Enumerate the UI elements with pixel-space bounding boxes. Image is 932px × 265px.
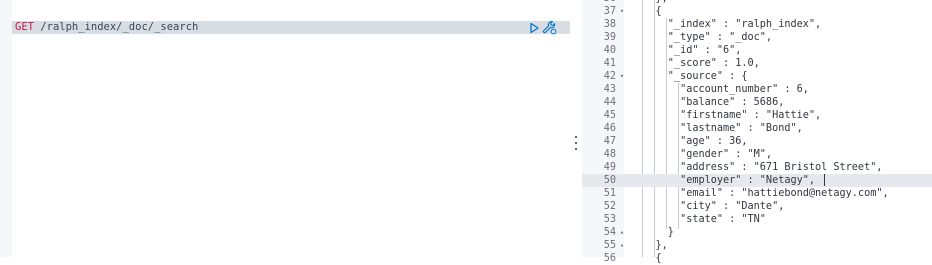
response-line[interactable]: 39 "_type" : "_doc", (582, 31, 932, 44)
line-number: 48 (603, 149, 616, 160)
response-line[interactable]: 37 ▾ { (582, 5, 932, 18)
code-text: "state" : "TN" (631, 214, 766, 225)
fold-toggle-icon[interactable]: ▴ (618, 226, 626, 239)
code-text: { (631, 253, 662, 264)
response-line[interactable]: 43 "account_number" : 6, (582, 83, 932, 96)
request-text[interactable]: GET /ralph_index/_doc/_search (15, 21, 198, 34)
line-number: 37 (603, 6, 616, 17)
request-path: /ralph_index/_doc/_search (40, 21, 199, 33)
line-number: 50 (603, 175, 616, 186)
code-text: "account_number" : 6, (631, 84, 809, 95)
response-line[interactable]: 51 "email" : "hattiebond@netagy.com", (582, 187, 932, 200)
code-text: "employer" : "Netagy", (631, 175, 816, 186)
response-line[interactable]: 54 ▴ } (582, 226, 932, 239)
response-line[interactable]: 46 "lastname" : "Bond", (582, 122, 932, 135)
line-number: 45 (603, 110, 616, 121)
fold-toggle-icon[interactable]: ▾ (618, 70, 626, 83)
line-number: 54 (603, 227, 616, 238)
line-number: 56 (603, 253, 616, 264)
response-line[interactable]: 45 "firstname" : "Hattie", (582, 109, 932, 122)
line-number: 41 (603, 58, 616, 69)
line-number: 39 (603, 32, 616, 43)
line-number: 52 (603, 201, 616, 212)
code-text: } (631, 227, 674, 238)
play-icon[interactable] (528, 22, 540, 34)
fold-toggle-icon[interactable]: ▾ (618, 5, 626, 18)
code-text: "city" : "Dante", (631, 201, 785, 212)
response-line[interactable]: 55 ▴ }, (582, 239, 932, 252)
code-text: { (631, 6, 662, 17)
vertical-dots-handle-icon[interactable] (572, 136, 580, 150)
response-line[interactable]: 56 { (582, 252, 932, 265)
line-number: 55 (603, 240, 616, 251)
code-text: "_source" : { (631, 71, 748, 82)
code-text: "_score" : 1.0, (631, 58, 760, 69)
response-line[interactable]: 40 "_id" : "6", (582, 44, 932, 57)
code-text: "age" : 36, (631, 136, 748, 147)
response-line[interactable]: 53 "state" : "TN" (582, 213, 932, 226)
line-number: 44 (603, 97, 616, 108)
line-number: 43 (603, 84, 616, 95)
response-line[interactable]: 47 "age" : 36, (582, 135, 932, 148)
line-number: 51 (603, 188, 616, 199)
code-text: "firstname" : "Hattie", (631, 110, 822, 121)
response-line[interactable]: 42 ▾ "_source" : { (582, 70, 932, 83)
response-editor[interactable]: 36 },37▾ {38 "_index" : "ralph_index",39… (582, 0, 932, 265)
line-number: 38 (603, 19, 616, 30)
fold-toggle-icon[interactable]: ▴ (618, 239, 626, 252)
wrench-icon[interactable] (542, 20, 557, 35)
response-line[interactable]: 50 "employer" : "Netagy", (582, 174, 932, 187)
response-line[interactable]: 41 "_score" : 1.0, (582, 57, 932, 70)
code-text: }, (631, 240, 668, 251)
line-number: 47 (603, 136, 616, 147)
code-text: "lastname" : "Bond", (631, 123, 803, 134)
code-text: "email" : "hattiebond@netagy.com", (631, 188, 889, 199)
line-number: 40 (603, 45, 616, 56)
code-text: "_id" : "6", (631, 45, 742, 56)
line-number: 53 (603, 214, 616, 225)
code-text: "_index" : "ralph_index", (631, 19, 822, 30)
line-number: 42 (603, 71, 616, 82)
response-line[interactable]: 38 "_index" : "ralph_index", (582, 18, 932, 31)
request-method: GET (15, 21, 34, 33)
request-editor-gutter (0, 0, 12, 257)
code-text: "_type" : "_doc", (631, 32, 773, 43)
response-line[interactable]: 49 "address" : "671 Bristol Street", (582, 161, 932, 174)
text-cursor (824, 174, 825, 186)
line-number: 46 (603, 123, 616, 134)
response-line[interactable]: 44 "balance" : 5686, (582, 96, 932, 109)
line-number: 49 (603, 162, 616, 173)
response-line[interactable]: 48 "gender" : "M", (582, 148, 932, 161)
code-text: "balance" : 5686, (631, 97, 785, 108)
code-text: "gender" : "M", (631, 149, 773, 160)
code-text: "address" : "671 Bristol Street", (631, 162, 883, 173)
response-line[interactable]: 52 "city" : "Dante", (582, 200, 932, 213)
